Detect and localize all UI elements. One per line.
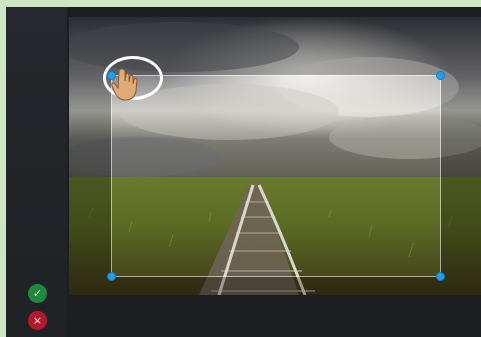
crop-selection-box[interactable]	[107, 71, 445, 281]
hand-cursor-icon	[111, 68, 138, 101]
canvas-area	[67, 7, 481, 337]
photo-railroad-tracks	[69, 17, 481, 295]
close-icon: ×	[32, 314, 43, 327]
left-toolbar: ✓ ×	[6, 7, 67, 337]
confirm-crop-button[interactable]: ✓	[28, 284, 47, 303]
check-icon: ✓	[32, 287, 43, 300]
crop-handle-bottom-left[interactable]	[107, 272, 116, 281]
crop-handle-top-right[interactable]	[436, 71, 445, 80]
editor-window: ✓ ×	[6, 7, 481, 337]
crop-handle-bottom-right[interactable]	[436, 272, 445, 281]
cancel-crop-button[interactable]: ×	[28, 311, 47, 330]
